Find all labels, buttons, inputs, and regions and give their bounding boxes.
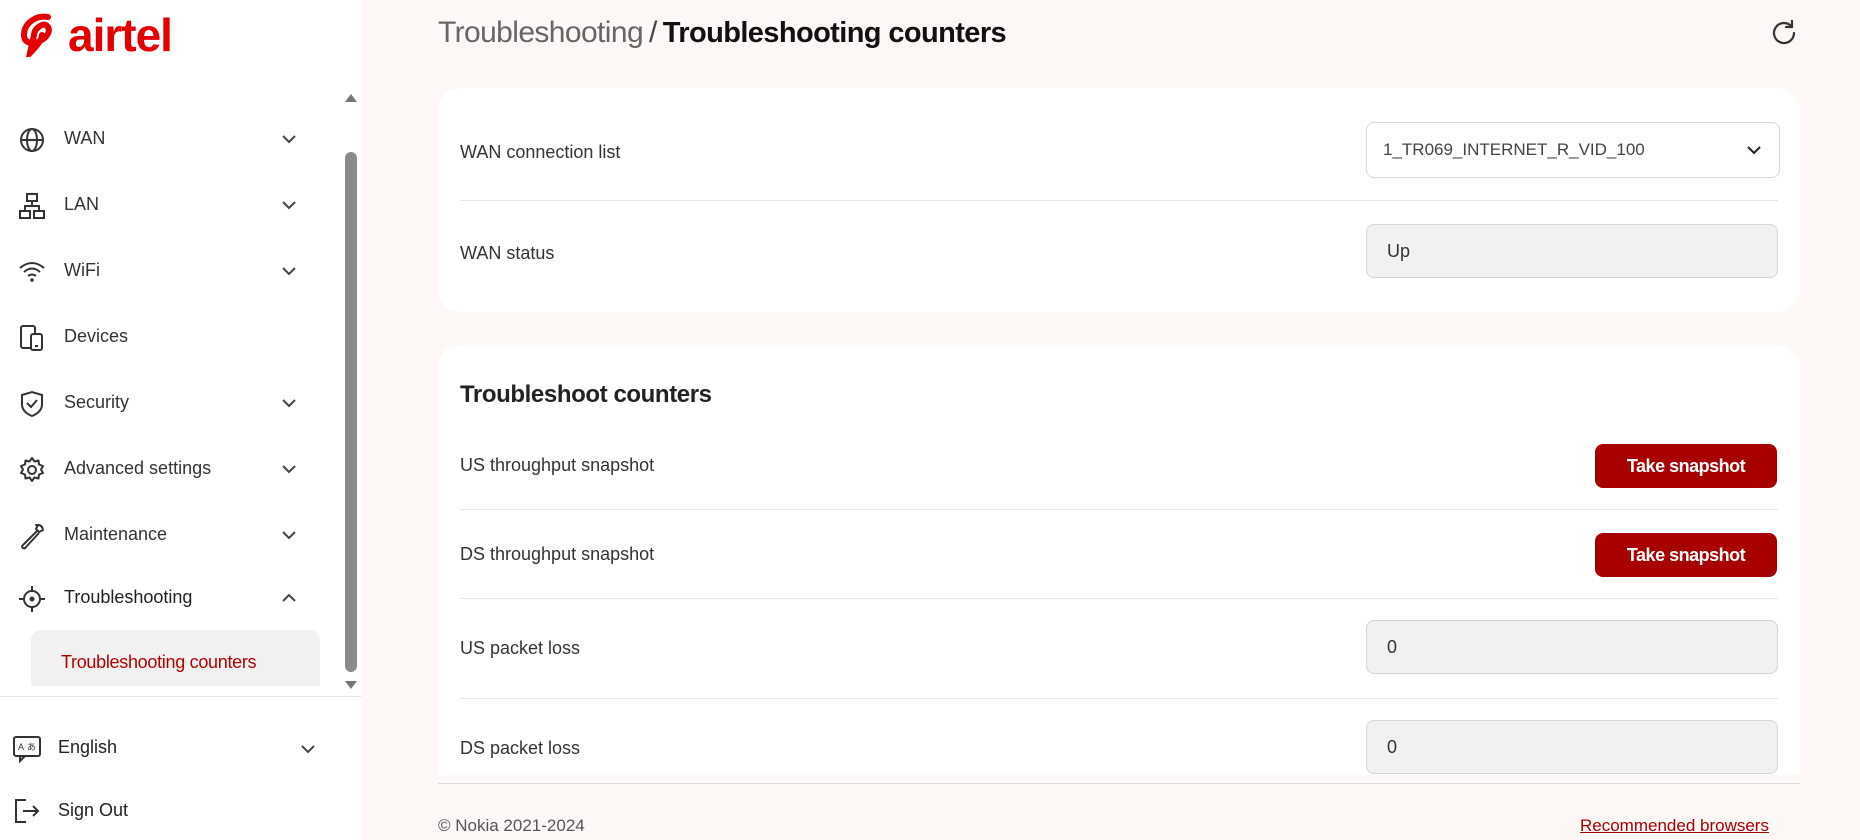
sidebar-item-label: LAN: [64, 193, 100, 214]
sidebar-item-security[interactable]: Security: [0, 380, 320, 424]
sign-out-label: Sign Out: [58, 799, 129, 820]
sidebar-item-troubleshooting[interactable]: Troubleshooting: [0, 575, 320, 619]
sidebar-item-label: Devices: [64, 325, 129, 346]
sidebar-nav: WAN LAN WiFi Devices Security Advanced s…: [0, 106, 340, 686]
chevron-down-icon: [282, 267, 296, 276]
ds-packet-loss-value: 0: [1387, 736, 1398, 757]
devices-icon: [20, 325, 43, 351]
sidebar-subitem-troubleshooting-counters[interactable]: Troubleshooting counters: [31, 630, 320, 686]
wrench-icon: [21, 523, 44, 550]
sidebar-item-wan[interactable]: WAN: [0, 116, 320, 160]
scroll-up-arrow[interactable]: [345, 94, 357, 102]
airtel-logo: airtel: [18, 9, 173, 61]
recommended-browsers-link[interactable]: Recommended browsers: [1580, 816, 1769, 836]
chevron-down-icon: [282, 135, 296, 144]
sidebar-subitem-label: Troubleshooting counters: [61, 651, 257, 672]
row-divider: [460, 698, 1778, 699]
page-title: Troubleshooting counters: [662, 17, 1007, 49]
wan-status-label: WAN status: [460, 243, 555, 263]
sidebar-item-label: Advanced settings: [64, 457, 212, 478]
wan-card: WAN connection list 1_TR069_INTERNET_R_V…: [438, 88, 1800, 312]
chevron-down-icon: [282, 531, 296, 540]
brand-name: airtel: [68, 9, 173, 61]
breadcrumb-parent[interactable]: Troubleshooting: [438, 16, 644, 50]
copyright-text: © Nokia 2021-2024: [438, 816, 585, 835]
ds-throughput-label: DS throughput snapshot: [460, 544, 655, 564]
sidebar-scrollbar-thumb[interactable]: [345, 152, 357, 672]
airtel-logo-icon: [20, 13, 52, 57]
sidebar-item-advanced-settings[interactable]: Advanced settings: [0, 446, 320, 490]
sidebar-divider: [0, 696, 361, 697]
wan-connection-select[interactable]: 1_TR069_INTERNET_R_VID_100: [1366, 122, 1780, 178]
language-label: English: [58, 736, 118, 757]
wan-connection-value: 1_TR069_INTERNET_R_VID_100: [1383, 140, 1645, 159]
ds-packet-loss-label: DS packet loss: [460, 738, 581, 758]
scroll-down-arrow[interactable]: [345, 681, 357, 689]
row-divider: [460, 200, 1778, 201]
ds-take-snapshot-button[interactable]: Take snapshot: [1595, 533, 1777, 577]
wan-status-value: Up: [1387, 240, 1411, 261]
row-divider: [460, 598, 1778, 599]
ds-packet-loss-field: 0: [1366, 720, 1778, 774]
us-packet-loss-value: 0: [1387, 636, 1398, 657]
sidebar-item-label: Troubleshooting: [64, 586, 193, 607]
chevron-down-icon: [1747, 146, 1761, 155]
sidebar-item-maintenance[interactable]: Maintenance: [0, 512, 320, 556]
language-selector[interactable]: Aあ English: [0, 727, 340, 767]
sidebar: airtel WAN LAN WiFi Devices Security Adv…: [0, 0, 361, 840]
wifi-icon: [19, 262, 45, 282]
sidebar-item-label: Maintenance: [64, 523, 168, 544]
us-packet-loss-field: 0: [1366, 620, 1778, 674]
breadcrumb-separator: /: [649, 16, 657, 49]
crosshair-icon: [19, 586, 45, 612]
chevron-down-icon: [282, 465, 296, 474]
wan-connection-label: WAN connection list: [460, 142, 621, 162]
sidebar-item-lan[interactable]: LAN: [0, 182, 320, 226]
us-packet-loss-label: US packet loss: [460, 638, 581, 658]
chevron-down-icon: [301, 745, 315, 754]
svg-text:あ: あ: [27, 742, 36, 752]
translate-icon: Aあ: [13, 736, 41, 763]
gear-icon: [20, 457, 44, 482]
wan-status-field: Up: [1366, 224, 1778, 278]
sidebar-item-label: WAN: [64, 127, 106, 148]
chevron-down-icon: [282, 399, 296, 408]
troubleshoot-counters-card: Troubleshoot counters US throughput snap…: [438, 345, 1800, 775]
sidebar-item-label: WiFi: [64, 259, 100, 280]
sign-out-icon: [15, 799, 40, 823]
sidebar-item-wifi[interactable]: WiFi: [0, 248, 320, 292]
sidebar-item-label: Security: [64, 391, 130, 412]
chevron-down-icon: [282, 201, 296, 210]
chevron-up-icon: [282, 593, 296, 602]
sidebar-item-devices[interactable]: Devices: [0, 314, 320, 358]
row-divider: [460, 509, 1778, 510]
breadcrumb: Troubleshooting / Troubleshooting counte…: [438, 16, 1007, 50]
footer-divider: [438, 783, 1800, 784]
section-title: Troubleshoot counters: [460, 381, 712, 408]
us-throughput-label: US throughput snapshot: [460, 455, 655, 475]
network-icon: [19, 193, 45, 219]
shield-icon: [21, 390, 43, 418]
globe-icon: [20, 128, 44, 152]
refresh-icon[interactable]: [1770, 18, 1798, 46]
svg-text:A: A: [18, 742, 24, 752]
us-take-snapshot-button[interactable]: Take snapshot: [1595, 444, 1777, 488]
sign-out-button[interactable]: Sign Out: [0, 790, 340, 830]
